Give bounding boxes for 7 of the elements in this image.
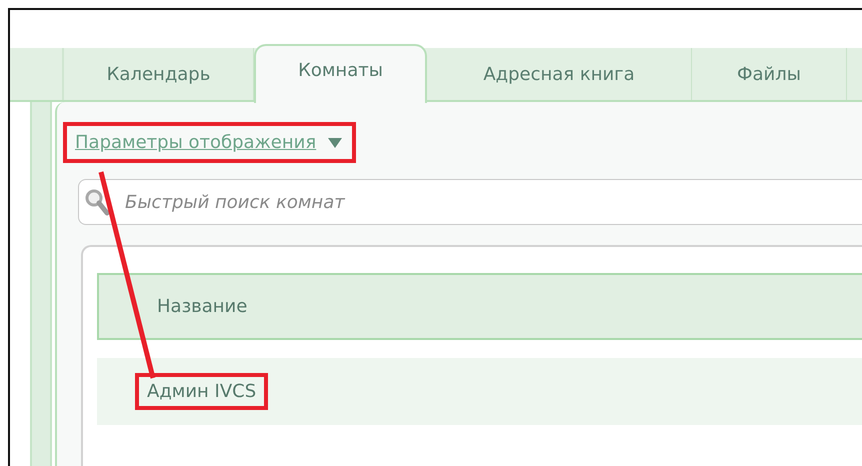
table-cell: Админ IVCS bbox=[147, 381, 256, 402]
table-row[interactable]: Админ IVCS bbox=[97, 358, 862, 425]
display-options-link[interactable]: Параметры отображения bbox=[75, 132, 342, 153]
tab[interactable]: Комнаты bbox=[254, 44, 427, 103]
search-field[interactable]: Быстрый поиск комнат bbox=[78, 179, 862, 225]
caret-icon bbox=[328, 138, 342, 148]
column-header: Название bbox=[157, 296, 248, 317]
